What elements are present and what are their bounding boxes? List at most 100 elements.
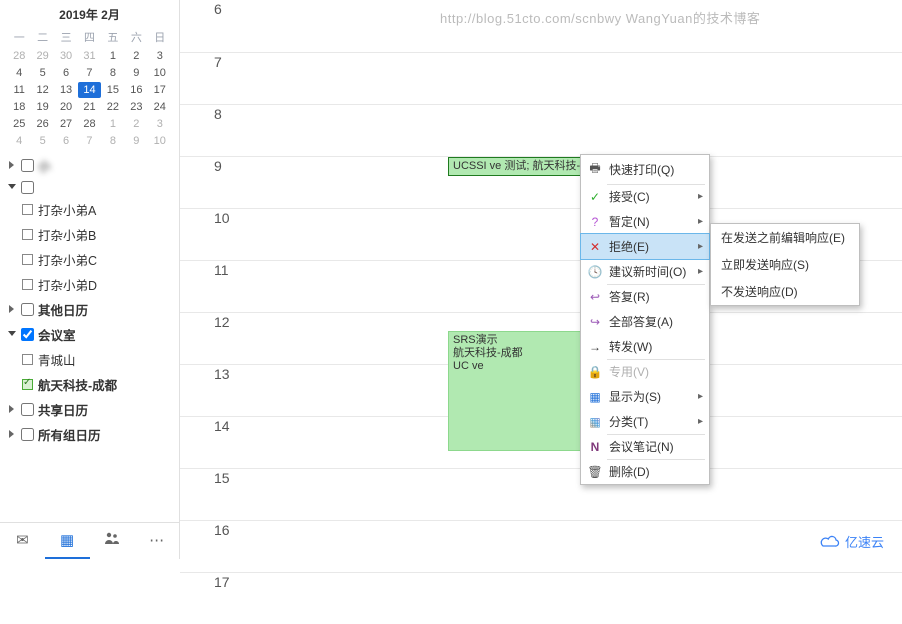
cal-day[interactable]: 1 <box>102 116 124 132</box>
cal-day[interactable]: 8 <box>102 133 124 149</box>
mini-calendar[interactable]: 2019年 2月 一二三四五六日282930311234567891011121… <box>0 0 179 149</box>
grid-row[interactable] <box>258 52 902 104</box>
cal-day[interactable]: 1 <box>102 48 124 64</box>
cal-day[interactable]: 6 <box>55 133 77 149</box>
submenu-item[interactable]: 在发送之前编辑响应(E) <box>711 224 859 251</box>
cal-day[interactable]: 10 <box>149 65 171 81</box>
group-checkbox[interactable] <box>21 303 34 316</box>
cal-day[interactable]: 17 <box>149 82 171 98</box>
menu-item[interactable]: 🗑删除(D) <box>581 459 709 484</box>
group-checkbox[interactable] <box>21 328 34 341</box>
menu-item[interactable]: →转发(W) <box>581 334 709 359</box>
group-checkbox[interactable] <box>21 181 34 194</box>
cal-day[interactable]: 13 <box>55 82 77 98</box>
group-checkbox[interactable] <box>21 159 34 172</box>
menu-item[interactable]: ▦显示为(S)▸ <box>581 384 709 409</box>
grid-row[interactable] <box>258 572 902 624</box>
expand-arrow-icon[interactable] <box>8 405 18 415</box>
cal-item[interactable]: 打杂小弟A <box>4 197 175 222</box>
cal-group[interactable]: 共享日历 <box>4 397 175 422</box>
cal-day[interactable]: 14 <box>78 82 100 98</box>
cal-day[interactable]: 4 <box>8 133 30 149</box>
color-chip[interactable] <box>22 204 33 215</box>
color-chip[interactable] <box>22 379 33 390</box>
cal-day[interactable]: 5 <box>31 133 53 149</box>
cal-item[interactable]: 打杂小弟D <box>4 272 175 297</box>
cal-day[interactable]: 21 <box>78 99 100 115</box>
mini-cal-grid[interactable]: 一二三四五六日282930311234567891011121314151617… <box>8 27 171 149</box>
cal-day[interactable]: 7 <box>78 65 100 81</box>
cal-day[interactable]: 10 <box>149 133 171 149</box>
cal-day[interactable]: 25 <box>8 116 30 132</box>
color-chip[interactable] <box>22 229 33 240</box>
cal-group[interactable]: 会议室 <box>4 322 175 347</box>
menu-item[interactable]: ✓接受(C)▸ <box>581 184 709 209</box>
cal-day[interactable]: 23 <box>125 99 147 115</box>
menu-item[interactable]: ▦分类(T)▸ <box>581 409 709 434</box>
cal-day[interactable]: 27 <box>55 116 77 132</box>
cal-day[interactable]: 2 <box>125 48 147 64</box>
menu-label: 转发(W) <box>609 338 703 355</box>
color-chip[interactable] <box>22 254 33 265</box>
cal-day[interactable]: 28 <box>8 48 30 64</box>
menu-item[interactable]: N会议笔记(N) <box>581 434 709 459</box>
cal-item[interactable]: 青城山 <box>4 347 175 372</box>
cal-day[interactable]: 7 <box>78 133 100 149</box>
cal-day[interactable]: 31 <box>78 48 100 64</box>
cal-day[interactable]: 2 <box>125 116 147 132</box>
cal-day[interactable]: 29 <box>31 48 53 64</box>
dow: 一 <box>8 27 30 47</box>
cal-day[interactable]: 19 <box>31 99 53 115</box>
submenu-item[interactable]: 不发送响应(D) <box>711 278 859 305</box>
calendar-icon[interactable]: ▦ <box>45 523 90 559</box>
menu-item[interactable]: 🖶快速打印(Q) <box>581 155 709 184</box>
cal-day[interactable]: 28 <box>78 116 100 132</box>
more-icon[interactable]: ⋯ <box>134 523 179 559</box>
submenu-item[interactable]: 立即发送响应(S) <box>711 251 859 278</box>
cal-day[interactable]: 22 <box>102 99 124 115</box>
expand-arrow-icon[interactable] <box>8 183 18 193</box>
cal-day[interactable]: 18 <box>8 99 30 115</box>
color-chip[interactable] <box>22 354 33 365</box>
cal-day[interactable]: 30 <box>55 48 77 64</box>
cal-item[interactable]: 打杂小弟C <box>4 247 175 272</box>
cal-item[interactable]: 航天科技-成都 <box>4 372 175 397</box>
expand-arrow-icon[interactable] <box>8 161 18 171</box>
expand-arrow-icon[interactable] <box>8 430 18 440</box>
menu-item[interactable]: ✕拒绝(E)▸ <box>580 233 710 260</box>
menu-item[interactable]: ↪全部答复(A) <box>581 309 709 334</box>
cal-day[interactable]: 9 <box>125 65 147 81</box>
cal-day[interactable]: 15 <box>102 82 124 98</box>
group-checkbox[interactable] <box>21 403 34 416</box>
cal-day[interactable]: 5 <box>31 65 53 81</box>
cal-group[interactable]: 其他日历 <box>4 297 175 322</box>
menu-item[interactable]: ?暂定(N)▸ <box>581 209 709 234</box>
mail-icon[interactable]: ✉ <box>0 523 45 559</box>
cal-day[interactable]: 6 <box>55 65 77 81</box>
people-icon[interactable] <box>90 523 135 559</box>
submenu-arrow-icon: ▸ <box>698 241 703 252</box>
menu-item[interactable]: ↩答复(R) <box>581 284 709 309</box>
cal-day[interactable]: 16 <box>125 82 147 98</box>
cal-day[interactable]: 11 <box>8 82 30 98</box>
cal-day[interactable]: 8 <box>102 65 124 81</box>
expand-arrow-icon[interactable] <box>8 330 18 340</box>
cal-day[interactable]: 9 <box>125 133 147 149</box>
expand-arrow-icon[interactable] <box>8 305 18 315</box>
cal-item[interactable]: 打杂小弟B <box>4 222 175 247</box>
cal-day[interactable]: 4 <box>8 65 30 81</box>
cal-group[interactable]: 小 <box>4 153 175 178</box>
cal-day[interactable]: 26 <box>31 116 53 132</box>
group-checkbox[interactable] <box>21 428 34 441</box>
cal-day[interactable]: 3 <box>149 116 171 132</box>
cal-group[interactable] <box>4 178 175 197</box>
grid-row[interactable] <box>258 104 902 156</box>
cal-day[interactable]: 20 <box>55 99 77 115</box>
menu-item[interactable]: 🕓建议新时间(O)▸ <box>581 259 709 284</box>
grid-row[interactable] <box>258 520 902 572</box>
cal-day[interactable]: 3 <box>149 48 171 64</box>
cal-day[interactable]: 24 <box>149 99 171 115</box>
cal-group[interactable]: 所有组日历 <box>4 422 175 447</box>
cal-day[interactable]: 12 <box>31 82 53 98</box>
color-chip[interactable] <box>22 279 33 290</box>
